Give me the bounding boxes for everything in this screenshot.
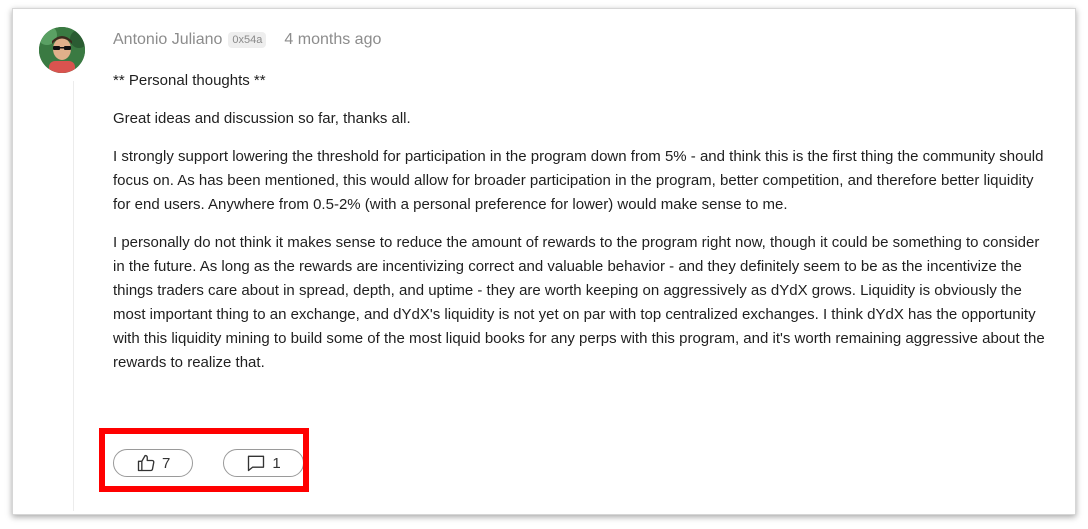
comment-button[interactable]: 1 — [223, 449, 304, 477]
post-body: ** Personal thoughts ** Great ideas and … — [113, 69, 1053, 389]
address-badge: 0x54a — [228, 32, 267, 48]
author-name[interactable]: Antonio Juliano — [113, 31, 222, 49]
post-time: 4 months ago — [284, 31, 382, 48]
thumbs-up-icon — [136, 453, 156, 473]
avatar[interactable] — [39, 27, 85, 73]
thread-line — [73, 81, 74, 511]
comment-card: Antonio Juliano 0x54a 4 months ago ** Pe… — [12, 8, 1076, 515]
post-meta: Antonio Juliano 0x54a 4 months ago — [113, 31, 381, 49]
comment-icon — [246, 453, 266, 473]
post-paragraph: I personally do not think it makes sense… — [113, 234, 1045, 371]
like-count: 7 — [162, 454, 171, 472]
post-paragraph: Great ideas and discussion so far, thank… — [113, 110, 411, 127]
post-paragraph: ** Personal thoughts ** — [113, 72, 266, 89]
comment-count: 1 — [272, 454, 281, 472]
post-actions: 7 1 — [113, 449, 304, 477]
like-button[interactable]: 7 — [113, 449, 194, 477]
post-paragraph: I strongly support lowering the threshol… — [113, 148, 1044, 213]
